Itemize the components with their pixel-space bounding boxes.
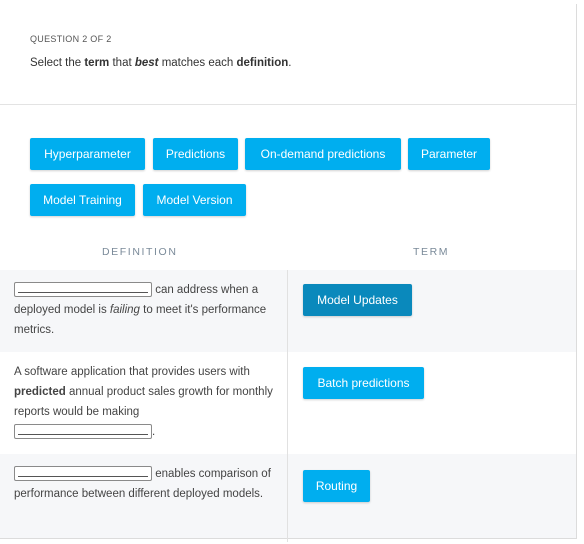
definition-text: enables comparison of performance betwee… bbox=[14, 466, 271, 500]
answer-blank[interactable] bbox=[14, 466, 152, 482]
term-chip-hyperparameter[interactable]: Hyperparameter bbox=[30, 138, 145, 170]
definition-text: A software application that provides use… bbox=[14, 366, 273, 440]
term-chip-on-demand-predictions[interactable]: On-demand predictions bbox=[245, 138, 401, 170]
term-chip-model-training[interactable]: Model Training bbox=[30, 184, 135, 216]
match-row: enables comparison of performance betwee… bbox=[0, 454, 576, 538]
question-prompt: Select the term that best matches each d… bbox=[30, 57, 292, 69]
term-chip-predictions[interactable]: Predictions bbox=[153, 138, 238, 170]
question-card: QUESTION 2 OF 2 Select the term that bes… bbox=[0, 4, 577, 542]
definition-text: can address when a deployed model is fai… bbox=[14, 282, 267, 336]
column-divider bbox=[287, 270, 288, 542]
term-chip-model-updates[interactable]: Model Updates bbox=[303, 284, 412, 316]
term-chip-model-version[interactable]: Model Version bbox=[143, 184, 246, 216]
question-number: QUESTION 2 OF 2 bbox=[30, 34, 112, 44]
answer-blank[interactable] bbox=[14, 424, 152, 440]
term-chip-routing[interactable]: Routing bbox=[303, 470, 370, 502]
match-row: can address when a deployed model is fai… bbox=[0, 270, 576, 352]
answer-blank[interactable] bbox=[14, 282, 152, 298]
definition-column-header: DEFINITION bbox=[102, 246, 178, 258]
match-row: A software application that provides use… bbox=[0, 352, 576, 454]
question-header: QUESTION 2 OF 2 Select the term that bes… bbox=[0, 4, 576, 105]
term-column-header: TERM bbox=[413, 246, 450, 258]
term-chip-batch-predictions[interactable]: Batch predictions bbox=[303, 367, 424, 399]
term-chip-parameter[interactable]: Parameter bbox=[408, 138, 490, 170]
